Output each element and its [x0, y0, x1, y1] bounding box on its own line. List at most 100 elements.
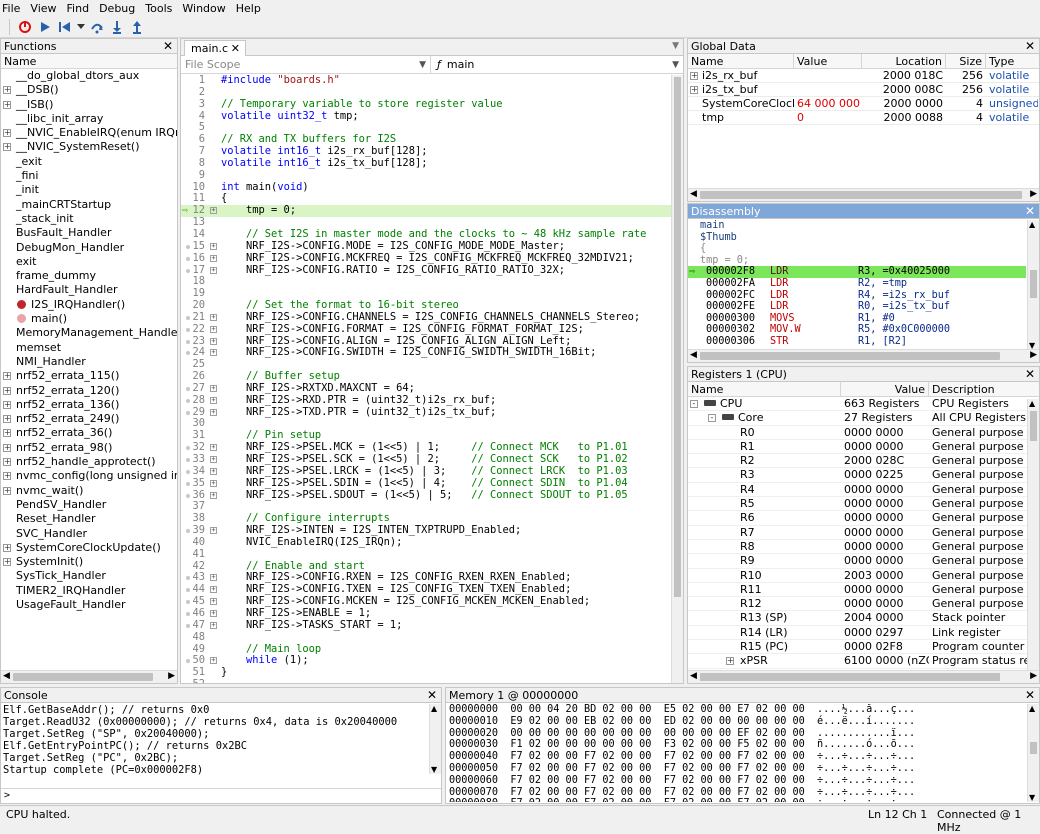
code-line[interactable]: 47 + NRF_I2S->TASKS_START = 1;: [181, 619, 671, 632]
menu-find[interactable]: Find: [67, 2, 90, 15]
expand-icon[interactable]: +: [3, 372, 11, 381]
register-row[interactable]: R1 0000 0000 General purpose regi: [688, 440, 1039, 455]
expand-icon[interactable]: +: [3, 472, 11, 481]
register-row[interactable]: R12 0000 0000 General purpose regi: [688, 597, 1039, 612]
code-line[interactable]: ⇨ 12 + tmp = 0;: [181, 204, 671, 218]
function-item[interactable]: + nrf52_errata_120(): [1, 384, 177, 398]
expand-icon[interactable]: +: [210, 444, 217, 452]
code-line[interactable]: 36 + NRF_I2S->PSEL.SDOUT = (1<<5) | 5; //…: [181, 489, 671, 502]
function-item[interactable]: NMI_Handler: [1, 355, 177, 369]
disasm-row[interactable]: 00000302 MOV.W R5, #0x0C000000: [688, 324, 1026, 336]
function-item[interactable]: __libc_init_array: [1, 112, 177, 126]
register-row[interactable]: R3 0000 0225 General purpose regi: [688, 468, 1039, 483]
expand-icon[interactable]: +: [210, 266, 217, 274]
register-row[interactable]: R5 0000 0000 General purpose regi: [688, 497, 1039, 512]
col-name[interactable]: Name: [688, 381, 841, 397]
expand-icon[interactable]: +: [3, 443, 11, 452]
code-line[interactable]: 22 + NRF_I2S->CONFIG.FORMAT = I2S_CONFIG_…: [181, 323, 671, 336]
register-row[interactable]: R0 0000 0000 General purpose regi: [688, 426, 1039, 440]
registers-horizontal-scrollbar[interactable]: ◀ ▶: [688, 670, 1039, 683]
function-item[interactable]: + nvmc_wait(): [1, 484, 177, 498]
expand-icon[interactable]: +: [3, 386, 11, 395]
col-type[interactable]: Type: [986, 54, 1039, 69]
memory-row[interactable]: 00000000 00 00 04 20 BD 02 00 00 E5 02 0…: [446, 704, 1026, 716]
menu-window[interactable]: Window: [182, 2, 225, 15]
expand-icon[interactable]: +: [690, 86, 698, 94]
code-line[interactable]: 4 volatile uint32_t tmp;: [181, 110, 671, 123]
expand-icon[interactable]: +: [210, 586, 217, 594]
function-item[interactable]: __do_global_dtors_aux: [1, 69, 177, 83]
function-item[interactable]: I2S_IRQHandler(): [1, 298, 177, 312]
expand-icon[interactable]: +: [3, 86, 11, 95]
register-row[interactable]: R13 (SP) 2004 0000 Stack pointer: [688, 611, 1039, 626]
function-item[interactable]: + SystemCoreClockUpdate(): [1, 541, 177, 555]
function-item[interactable]: _stack_init: [1, 212, 177, 226]
expand-icon[interactable]: +: [210, 598, 217, 606]
expand-icon[interactable]: +: [210, 396, 217, 404]
expand-icon[interactable]: +: [3, 558, 11, 567]
console-input[interactable]: >: [1, 788, 441, 803]
function-item[interactable]: _mainCRTStartup: [1, 198, 177, 212]
expand-icon[interactable]: +: [210, 609, 217, 617]
register-row[interactable]: R14 (LR) 0000 0297 Link register: [688, 626, 1039, 641]
function-item[interactable]: + nrf52_errata_36(): [1, 426, 177, 440]
function-item[interactable]: Reset_Handler: [1, 512, 177, 526]
expand-icon[interactable]: +: [210, 325, 217, 333]
close-icon[interactable]: ✕: [163, 39, 173, 54]
col-size[interactable]: Size: [946, 53, 986, 69]
disasm-row[interactable]: 000002FE LDR R0, =i2s_tx_buf: [688, 301, 1026, 313]
function-item[interactable]: MemoryManagement_Handler: [1, 326, 177, 340]
disassembly-vertical-scrollbar[interactable]: ▲ ▼: [1027, 220, 1039, 350]
global-row[interactable]: + i2s_rx_buf 2000 018C 256 volatile: [688, 69, 1039, 83]
code-line[interactable]: 29 + NRF_I2S->TXD.PTR = (uint32_t)i2s_tx_…: [181, 406, 671, 419]
menu-debug[interactable]: Debug: [99, 2, 135, 15]
expand-icon[interactable]: +: [210, 621, 217, 629]
function-item[interactable]: + __NVIC_EnableIRQ(enum IRQn_Ty: [1, 126, 177, 140]
function-item[interactable]: memset: [1, 341, 177, 355]
function-item[interactable]: _fini: [1, 169, 177, 183]
register-row[interactable]: - Core 27 Registers All CPU Registers: [688, 411, 1039, 426]
function-select[interactable]: ƒ main ▼: [431, 56, 683, 73]
expand-icon[interactable]: +: [3, 400, 11, 409]
expand-icon[interactable]: +: [210, 574, 217, 582]
code-line[interactable]: 8 volatile int16_t i2s_tx_buf[128];: [181, 157, 671, 170]
col-name[interactable]: Name: [688, 53, 794, 69]
code-area[interactable]: 1 #include "boards.h" 2 3// Temporary varia…: [181, 75, 671, 683]
expand-icon[interactable]: +: [726, 657, 734, 666]
expand-icon[interactable]: +: [3, 143, 11, 152]
function-item[interactable]: + __NVIC_SystemReset(): [1, 140, 177, 154]
function-item[interactable]: HardFault_Handler: [1, 283, 177, 297]
register-row[interactable]: R15 (PC) 0000 02F8 Program counter: [688, 640, 1039, 655]
function-item[interactable]: UsageFault_Handler: [1, 598, 177, 612]
global-row[interactable]: tmp 0 2000 0088 4 volatile: [688, 111, 1039, 125]
expand-icon[interactable]: +: [210, 467, 217, 475]
step-into-icon[interactable]: [109, 19, 125, 35]
memory-vertical-scrollbar[interactable]: ▲ ▼: [1027, 704, 1039, 802]
function-item[interactable]: SysTick_Handler: [1, 569, 177, 583]
tab-main-c[interactable]: main.c ✕: [184, 40, 246, 56]
disasm-row[interactable]: 00000300 MOVS R1, #0: [688, 313, 1026, 325]
function-item[interactable]: frame_dummy: [1, 269, 177, 283]
col-location[interactable]: Location: [862, 53, 946, 69]
chevron-down-icon[interactable]: ▼: [672, 41, 679, 51]
expand-icon[interactable]: +: [690, 72, 698, 80]
close-icon[interactable]: ✕: [1025, 688, 1035, 703]
code-line[interactable]: 16 + NRF_I2S->CONFIG.MCKFREQ = I2S_CONFIG…: [181, 252, 671, 265]
expand-icon[interactable]: +: [210, 349, 217, 357]
function-item[interactable]: DebugMon_Handler: [1, 241, 177, 255]
editor-vertical-scrollbar[interactable]: [671, 75, 683, 683]
step-out-icon[interactable]: [129, 19, 145, 35]
function-item[interactable]: + nrf52_errata_136(): [1, 398, 177, 412]
registers-vertical-scrollbar[interactable]: ▲: [1027, 399, 1039, 671]
code-line[interactable]: 9: [181, 169, 671, 182]
expand-icon[interactable]: +: [210, 491, 217, 499]
code-line[interactable]: 41: [181, 548, 671, 561]
expand-icon[interactable]: +: [3, 486, 11, 495]
stop-icon[interactable]: [17, 19, 33, 35]
code-line[interactable]: 2: [181, 86, 671, 99]
register-row[interactable]: R6 0000 0000 General purpose regi: [688, 511, 1039, 526]
close-icon[interactable]: ✕: [1025, 39, 1035, 54]
expand-icon[interactable]: +: [210, 527, 217, 535]
functions-header[interactable]: Name: [1, 54, 177, 69]
menu-tools[interactable]: Tools: [145, 2, 172, 15]
